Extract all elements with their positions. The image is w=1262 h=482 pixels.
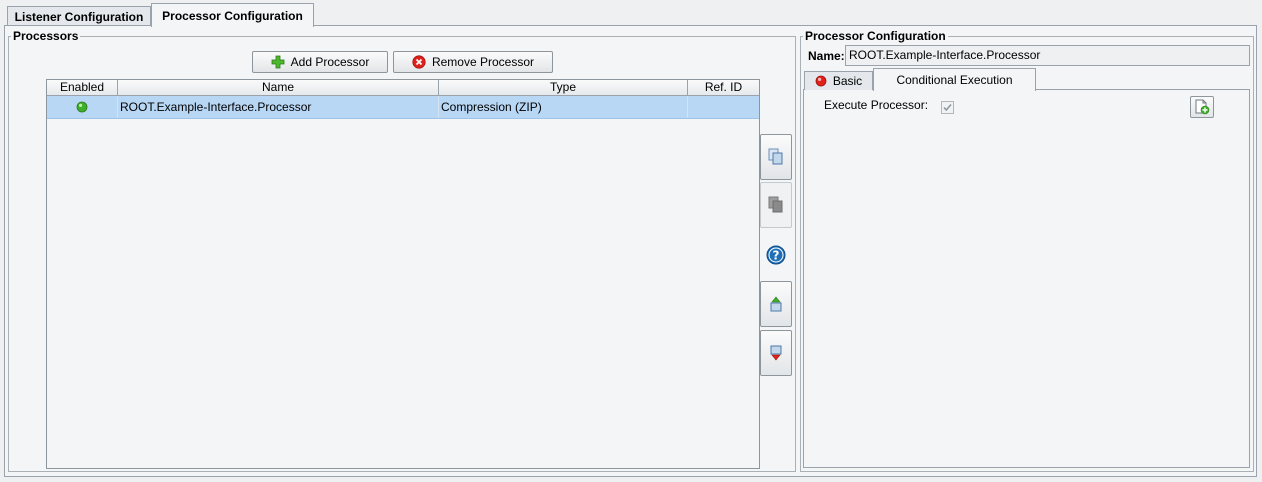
tab-basic-label: Basic (832, 74, 863, 88)
subtab-content-panel (803, 89, 1250, 468)
plus-icon (271, 55, 285, 69)
execute-processor-label: Execute Processor: (824, 98, 929, 112)
move-down-icon (770, 345, 782, 361)
tab-basic[interactable]: Basic (804, 71, 873, 90)
tab-label: Processor Configuration (162, 8, 303, 23)
tab-label: Listener Configuration (14, 9, 144, 24)
processor-configuration-title: Processor Configuration (805, 29, 946, 43)
copy-icon (768, 148, 783, 165)
remove-processor-button[interactable]: Remove Processor (393, 51, 553, 73)
error-icon (815, 75, 827, 87)
table-row[interactable]: ROOT.Example-Interface.Processor Compres… (47, 96, 759, 119)
column-header-ref-id[interactable]: Ref. ID (688, 80, 759, 96)
remove-icon (412, 55, 426, 69)
help-icon: ? (766, 245, 786, 265)
remove-processor-label: Remove Processor (431, 55, 535, 69)
processors-title: Processors (13, 29, 79, 43)
move-up-icon (770, 296, 782, 312)
add-processor-button[interactable]: Add Processor (252, 51, 388, 73)
copy-button[interactable] (760, 134, 792, 180)
column-header-name[interactable]: Name (118, 80, 439, 96)
execute-processor-checkbox[interactable] (941, 101, 954, 114)
processor-table: Enabled Name Type Ref. ID ROOT.Example-I… (46, 79, 760, 469)
enabled-status-icon (76, 101, 88, 113)
paste-button[interactable] (760, 182, 792, 228)
tab-processor-configuration[interactable]: Processor Configuration (151, 3, 314, 27)
name-cell: ROOT.Example-Interface.Processor (118, 96, 439, 118)
paste-icon (768, 196, 783, 213)
tab-conditional-execution-label: Conditional Execution (896, 73, 1013, 87)
new-document-icon (1195, 99, 1210, 115)
tab-conditional-execution[interactable]: Conditional Execution (873, 68, 1036, 91)
enabled-cell (47, 96, 118, 118)
tab-listener-configuration[interactable]: Listener Configuration (7, 6, 151, 26)
svg-text:?: ? (773, 249, 780, 263)
column-header-type[interactable]: Type (439, 80, 688, 96)
column-header-enabled[interactable]: Enabled (47, 80, 118, 96)
move-up-button[interactable] (760, 281, 792, 327)
add-processor-label: Add Processor (290, 55, 370, 69)
move-down-button[interactable] (760, 330, 792, 376)
ref-id-cell (688, 96, 759, 118)
name-field[interactable]: ROOT.Example-Interface.Processor (845, 45, 1250, 66)
type-cell: Compression (ZIP) (439, 96, 688, 118)
help-button[interactable]: ? (766, 245, 786, 265)
add-condition-button[interactable] (1190, 96, 1214, 118)
name-field-value: ROOT.Example-Interface.Processor (849, 48, 1041, 62)
name-label: Name: (808, 49, 845, 63)
checkmark-icon (943, 104, 952, 112)
